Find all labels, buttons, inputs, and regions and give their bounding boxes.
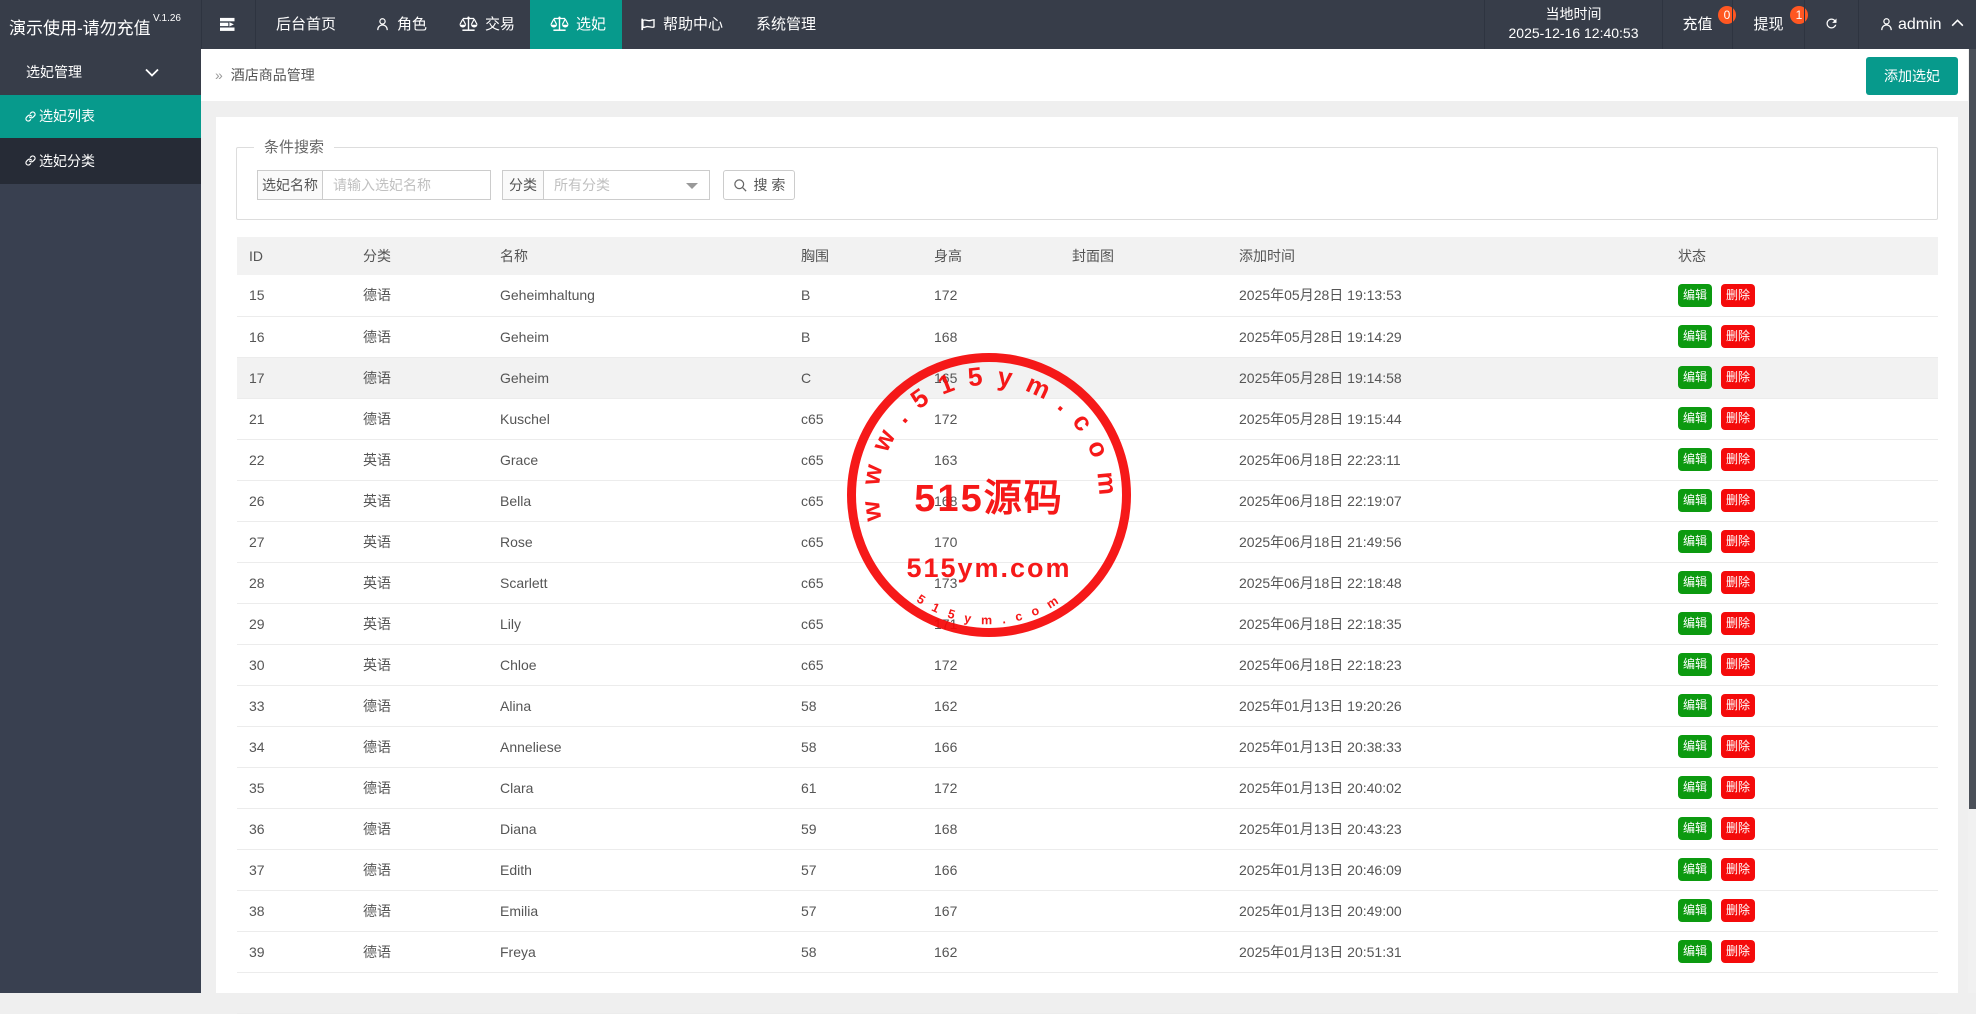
svg-text:515源码: 515源码	[914, 478, 1063, 520]
svg-text:515ym.com: 515ym.com	[906, 553, 1071, 583]
